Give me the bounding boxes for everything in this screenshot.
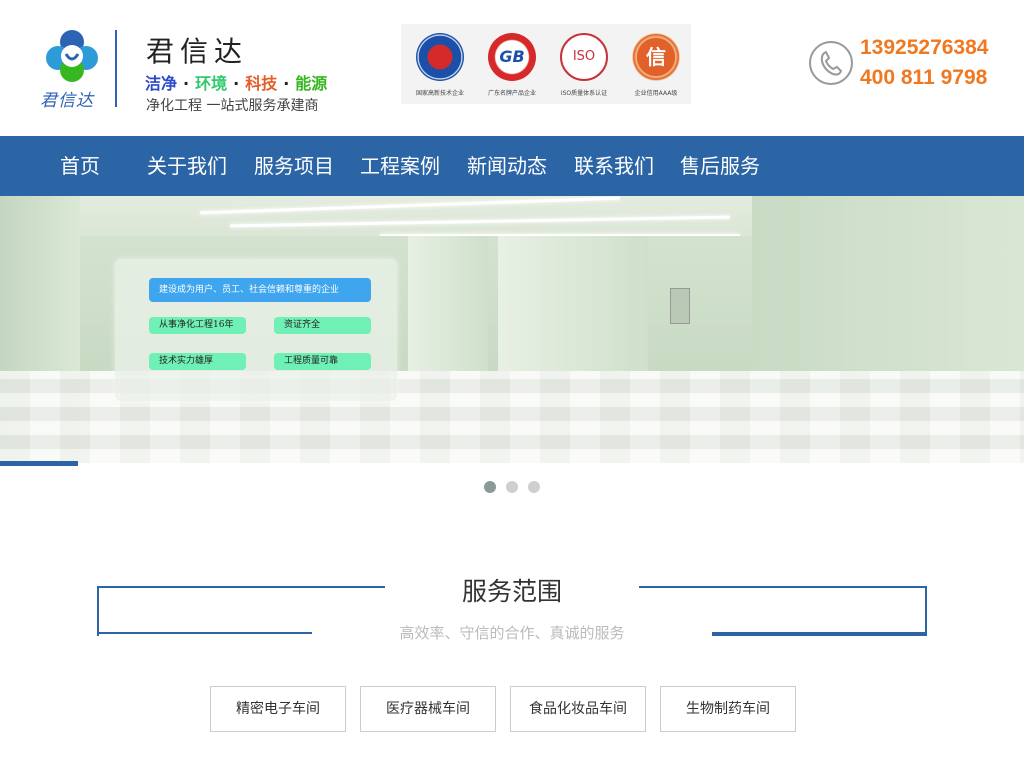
cert-caption: 国家高新技术企业 xyxy=(415,90,464,97)
service-medical-devices[interactable]: 医疗器械车间 xyxy=(360,686,496,732)
slogan-clean: 洁净 xyxy=(145,74,178,93)
site-header: 君信达 君信达 洁净 · 环境 · 科技 · 能源 净化工程 一站式服务承建商 国家高新技术… xyxy=(0,0,1024,136)
banner-point: 资证齐全 xyxy=(274,317,371,334)
banner-headline: 建设成为用户、员工、社会信赖和尊重的企业 xyxy=(149,278,371,302)
hero-banner[interactable]: 建设成为用户、员工、社会信赖和尊重的企业 从事净化工程16年 资证齐全 技术实力… xyxy=(0,196,1024,463)
banner-pillar xyxy=(498,236,648,376)
service-biopharma[interactable]: 生物制药车间 xyxy=(660,686,796,732)
cert-gd-brand: GB 广东名牌产品企业 xyxy=(477,28,547,100)
service-electronics[interactable]: 精密电子车间 xyxy=(210,686,346,732)
banner-right-wall xyxy=(752,196,1024,396)
slogan-energy: 能源 xyxy=(295,74,328,93)
gd-brand-badge-icon: GB xyxy=(488,33,536,81)
banner-point: 从事净化工程16年 xyxy=(149,317,246,334)
slogan-separator: · xyxy=(183,74,190,93)
logo-icon[interactable] xyxy=(44,28,100,84)
credit-badge-icon: 信 xyxy=(632,33,680,81)
certifications-panel: 国家高新技术企业 GB 广东名牌产品企业 ISO ISO质量体系认证 信 企业信… xyxy=(401,24,691,104)
nav-item-after-sales[interactable]: 售后服务 xyxy=(680,136,760,196)
nav-item-news[interactable]: 新闻动态 xyxy=(467,136,547,196)
cert-iso: ISO ISO质量体系认证 xyxy=(549,28,619,100)
nav-item-cases[interactable]: 工程案例 xyxy=(360,136,440,196)
banner-progress-bar xyxy=(0,461,78,466)
phone-number-mobile[interactable]: 13925276384 xyxy=(860,36,988,60)
banner-door-window xyxy=(670,288,690,324)
slogan-separator: · xyxy=(233,74,240,93)
slogan-separator: · xyxy=(283,74,290,93)
slide-dot-2[interactable] xyxy=(506,481,518,493)
brand-name: 君信达 xyxy=(146,35,249,68)
service-food-cosmetics[interactable]: 食品化妆品车间 xyxy=(510,686,646,732)
banner-text-panel: 建设成为用户、员工、社会信赖和尊重的企业 从事净化工程16年 资证齐全 技术实力… xyxy=(115,259,397,401)
cert-caption: 企业信用AAA级 xyxy=(634,90,678,97)
iso-badge-icon: ISO xyxy=(560,33,608,81)
cert-high-tech: 国家高新技术企业 xyxy=(405,28,475,100)
nav-item-services[interactable]: 服务项目 xyxy=(254,136,334,196)
logo-text: 君信达 xyxy=(40,91,94,111)
logo-divider xyxy=(115,30,117,107)
banner-point: 技术实力雄厚 xyxy=(149,353,246,370)
section-subtitle: 高效率、守信的合作、真诚的服务 xyxy=(399,624,625,642)
slogan-environment: 环境 xyxy=(195,74,228,93)
cert-caption: 广东名牌产品企业 xyxy=(487,90,536,97)
tagline: 净化工程 一站式服务承建商 xyxy=(146,98,319,114)
cert-caption: ISO质量体系认证 xyxy=(560,90,608,97)
section-title: 服务范围 xyxy=(461,577,562,606)
nav-item-about[interactable]: 关于我们 xyxy=(147,136,227,196)
high-tech-badge-icon xyxy=(416,33,464,81)
phone-icon xyxy=(809,41,853,85)
nav-item-home[interactable]: 首页 xyxy=(60,136,100,196)
banner-point: 工程质量可靠 xyxy=(274,353,371,370)
main-nav: 首页 关于我们 服务项目 工程案例 新闻动态 联系我们 售后服务 xyxy=(0,136,1024,196)
nav-item-contact[interactable]: 联系我们 xyxy=(574,136,654,196)
slide-dot-1[interactable] xyxy=(484,481,496,493)
slogan-technology: 科技 xyxy=(245,74,278,93)
slide-dot-3[interactable] xyxy=(528,481,540,493)
slogan: 洁净 · 环境 · 科技 · 能源 xyxy=(145,70,327,94)
phone-number-hotline[interactable]: 400 811 9798 xyxy=(860,66,987,90)
cert-credit: 信 企业信用AAA级 xyxy=(621,28,691,100)
banner-pillar xyxy=(408,236,488,376)
